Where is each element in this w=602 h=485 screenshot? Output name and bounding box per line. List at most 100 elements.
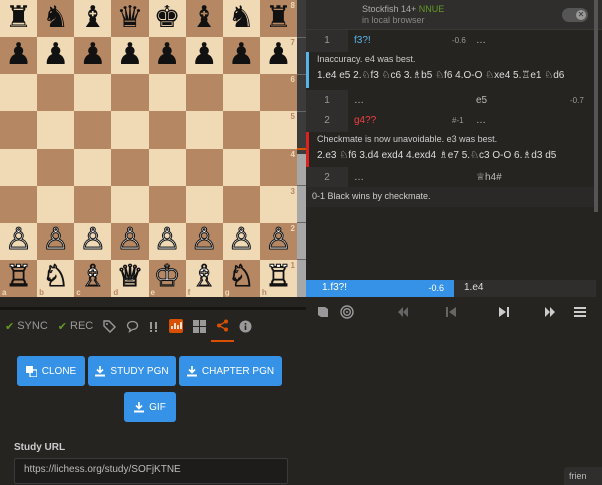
chess-piece-icon[interactable]: ♗ [79,261,107,292]
chapter-pgn-button[interactable]: CHAPTER PGN [179,356,282,386]
suggested-line[interactable]: 1.e4 e5 2.♘f3 ♘c6 3.♗b5 ♘f6 4.O-O ♘xe4 5… [317,70,592,81]
square-c7[interactable]: ♟ [74,37,112,75]
chess-piece-icon[interactable]: ♙ [153,224,181,255]
square-b3[interactable] [37,185,75,223]
square-f2[interactable]: ♙ [185,222,223,260]
clone-button[interactable]: CLONE [17,356,85,386]
square-c3[interactable] [74,185,112,223]
chess-piece-icon[interactable]: ♕ [116,261,144,292]
chess-piece-icon[interactable]: ♖ [5,261,33,292]
square-f5[interactable] [185,111,223,149]
square-g7[interactable]: ♟ [222,37,260,75]
share-tab[interactable] [211,310,235,342]
square-h7[interactable]: ♟ 7 [259,37,297,75]
square-a1[interactable]: ♖ a [0,259,38,297]
book-icon[interactable] [316,305,330,319]
square-e6[interactable] [148,74,186,112]
square-g2[interactable]: ♙ [222,222,260,260]
move-black[interactable]: … [476,110,486,132]
square-e4[interactable] [148,148,186,186]
best-move[interactable]: 1.e4 [454,280,596,297]
chess-piece-icon[interactable]: ♝ [79,2,106,33]
chess-piece-icon[interactable]: ♜ [265,2,292,33]
chess-piece-icon[interactable]: ♟ [42,39,69,70]
square-d8[interactable]: ♛ [111,0,149,38]
engine-toggle[interactable]: ✕ [562,8,588,22]
square-e7[interactable]: ♟ [148,37,186,75]
chess-piece-icon[interactable]: ♘ [227,261,255,292]
square-f1[interactable]: ♗ f [185,259,223,297]
menu-icon[interactable] [573,305,587,319]
chess-piece-icon[interactable]: ♟ [154,39,181,70]
square-g6[interactable] [222,74,260,112]
square-e3[interactable] [148,185,186,223]
move-black[interactable]: … [476,30,486,52]
square-h6[interactable]: 6 [259,74,297,112]
chess-piece-icon[interactable]: ♙ [190,224,218,255]
chess-piece-icon[interactable]: ♙ [5,224,33,255]
chess-piece-icon[interactable]: ♝ [191,2,218,33]
gif-button[interactable]: GIF [124,392,176,422]
square-d3[interactable] [111,185,149,223]
square-b4[interactable] [37,148,75,186]
square-g8[interactable]: ♞ [222,0,260,38]
square-c4[interactable] [74,148,112,186]
square-e8[interactable]: ♚ [148,0,186,38]
move-white[interactable]: … [354,167,364,189]
chess-piece-icon[interactable]: ♛ [116,2,143,33]
chess-piece-icon[interactable]: ♙ [116,224,144,255]
square-f3[interactable] [185,185,223,223]
square-e1[interactable]: ♔ e [148,259,186,297]
square-a3[interactable] [0,185,38,223]
square-g1[interactable]: ♘ g [222,259,260,297]
square-f6[interactable] [185,74,223,112]
move-white[interactable]: g4?? [354,110,376,132]
square-a7[interactable]: ♟ [0,37,38,75]
square-e5[interactable] [148,111,186,149]
chess-piece-icon[interactable]: ♟ [116,39,143,70]
rec-toggle[interactable]: ✔ REC [53,310,98,342]
square-b8[interactable]: ♞ [37,0,75,38]
square-f8[interactable]: ♝ [185,0,223,38]
square-b6[interactable] [37,74,75,112]
previous-move-icon[interactable] [444,305,458,319]
study-pgn-button[interactable]: STUDY PGN [88,356,176,386]
move-white[interactable]: … [354,90,364,112]
square-d7[interactable]: ♟ [111,37,149,75]
info-tab[interactable] [234,310,257,342]
square-d2[interactable]: ♙ [111,222,149,260]
square-a8[interactable]: ♜ [0,0,38,38]
friends-tab[interactable]: frien [564,467,602,485]
suggested-line[interactable]: 2.e3 ♘f6 3.d4 exd4 4.exd4 ♗e7 5.♘c3 O-O … [317,150,592,161]
chess-piece-icon[interactable]: ♞ [228,2,255,33]
square-d1[interactable]: ♕ d [111,259,149,297]
square-b7[interactable]: ♟ [37,37,75,75]
move-black[interactable]: e5 [476,90,487,112]
comments-tab[interactable] [121,310,144,342]
square-g4[interactable] [222,148,260,186]
square-c5[interactable] [74,111,112,149]
square-b5[interactable] [37,111,75,149]
last-move-icon[interactable] [543,305,557,319]
glyphs-tab[interactable] [144,310,164,342]
square-h8[interactable]: ♜ 8 [259,0,297,38]
chess-piece-icon[interactable]: ♜ [5,2,32,33]
chess-piece-icon[interactable]: ♟ [79,39,106,70]
square-d4[interactable] [111,148,149,186]
chess-piece-icon[interactable]: ♟ [191,39,218,70]
square-g5[interactable] [222,111,260,149]
square-g3[interactable] [222,185,260,223]
chart-tab[interactable] [164,310,188,342]
chess-piece-icon[interactable]: ♙ [42,224,70,255]
square-a2[interactable]: ♙ [0,222,38,260]
square-h4[interactable]: 4 [259,148,297,186]
square-f7[interactable]: ♟ [185,37,223,75]
sync-toggle[interactable]: ✔ SYNC [0,310,53,342]
square-d5[interactable] [111,111,149,149]
square-c2[interactable]: ♙ [74,222,112,260]
chess-piece-icon[interactable]: ♙ [79,224,107,255]
square-h2[interactable]: ♙ 2 [259,222,297,260]
chess-piece-icon[interactable]: ♟ [265,39,292,70]
square-e2[interactable]: ♙ [148,222,186,260]
chess-piece-icon[interactable]: ♖ [264,261,292,292]
